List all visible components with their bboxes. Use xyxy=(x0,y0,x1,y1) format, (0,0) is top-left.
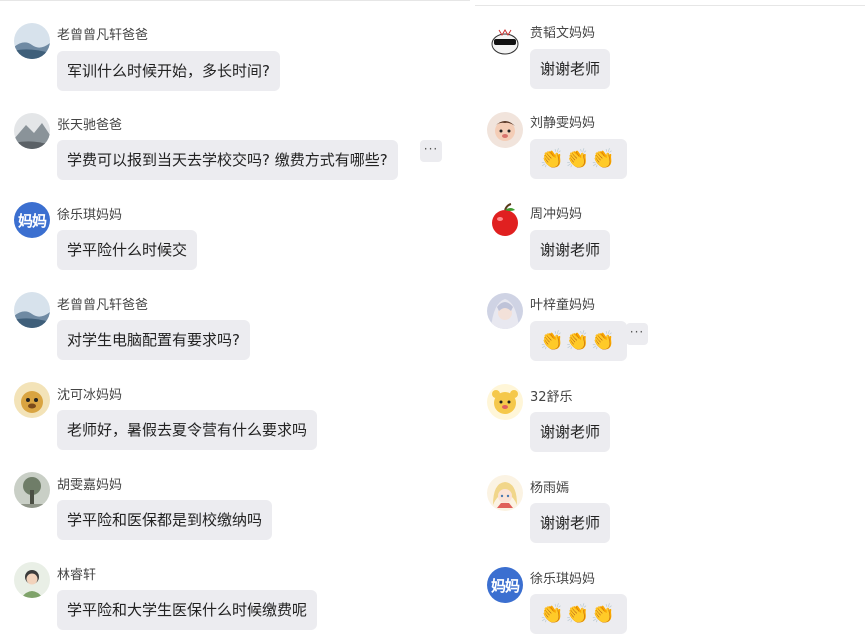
avatar[interactable] xyxy=(14,23,50,59)
avatar[interactable] xyxy=(487,22,523,58)
avatar[interactable] xyxy=(14,113,50,149)
message-bubble[interactable]: 学平险和大学生医保什么时候缴费呢 xyxy=(57,590,318,630)
message-bubble[interactable]: 👏👏👏 xyxy=(530,321,627,361)
message-bubble[interactable]: 军训什么时候开始，多长时间? xyxy=(57,51,280,91)
message-bubble[interactable]: 对学生电脑配置有要求吗? xyxy=(57,320,250,360)
chat-panel-left: 老曾曾凡轩爸爸 军训什么时候开始，多长时间? 张天驰爸爸 学费可以报到当天去学校… xyxy=(0,0,470,640)
more-options-button[interactable]: ··· xyxy=(420,140,442,162)
more-options-button[interactable]: ··· xyxy=(626,323,648,345)
message-bubble[interactable]: 谢谢老师 xyxy=(530,49,611,89)
avatar[interactable] xyxy=(14,562,50,598)
sender-name: 周冲妈妈 xyxy=(530,207,583,222)
sender-name: 老曾曾凡轩爸爸 xyxy=(57,28,149,43)
sender-name: 徐乐琪妈妈 xyxy=(530,572,596,587)
avatar[interactable] xyxy=(487,293,523,329)
message-bubble[interactable]: 谢谢老师 xyxy=(530,230,611,270)
sender-name: 32舒乐 xyxy=(530,390,573,405)
avatar[interactable] xyxy=(487,202,523,238)
sender-name: 贲韬文妈妈 xyxy=(530,26,596,41)
sender-name: 沈可冰妈妈 xyxy=(57,388,123,403)
sender-name: 林睿轩 xyxy=(57,568,97,583)
message-bubble[interactable]: 学平险什么时候交 xyxy=(57,230,198,270)
sender-name: 胡雯嘉妈妈 xyxy=(57,478,123,493)
avatar[interactable]: 妈妈 xyxy=(14,202,50,238)
avatar[interactable]: 妈妈 xyxy=(487,567,523,603)
message-bubble[interactable]: 学平险和医保都是到校缴纳吗 xyxy=(57,500,273,540)
sender-name: 张天驰爸爸 xyxy=(57,118,123,133)
avatar[interactable] xyxy=(487,384,523,420)
message-bubble[interactable]: 谢谢老师 xyxy=(530,412,611,452)
message-bubble[interactable]: 👏👏👏 xyxy=(530,139,627,179)
avatar[interactable] xyxy=(487,475,523,511)
chat-panel-right: 贲韬文妈妈 谢谢老师 刘静雯妈妈 👏👏👏 周冲妈妈 谢谢老师 叶梓童妈妈 👏👏👏… xyxy=(475,5,865,640)
avatar[interactable] xyxy=(487,112,523,148)
sender-name: 杨雨嫣 xyxy=(530,481,570,496)
message-bubble[interactable]: 学费可以报到当天去学校交吗? 缴费方式有哪些? xyxy=(57,140,398,180)
sender-name: 叶梓童妈妈 xyxy=(530,298,596,313)
sender-name: 徐乐琪妈妈 xyxy=(57,208,123,223)
avatar[interactable] xyxy=(14,292,50,328)
avatar[interactable] xyxy=(14,382,50,418)
message-bubble[interactable]: 👏👏👏 xyxy=(530,594,627,634)
avatar[interactable] xyxy=(14,472,50,508)
sender-name: 老曾曾凡轩爸爸 xyxy=(57,298,149,313)
message-bubble[interactable]: 谢谢老师 xyxy=(530,503,611,543)
sender-name: 刘静雯妈妈 xyxy=(530,116,596,131)
message-bubble[interactable]: 老师好，暑假去夏令营有什么要求吗 xyxy=(57,410,318,450)
